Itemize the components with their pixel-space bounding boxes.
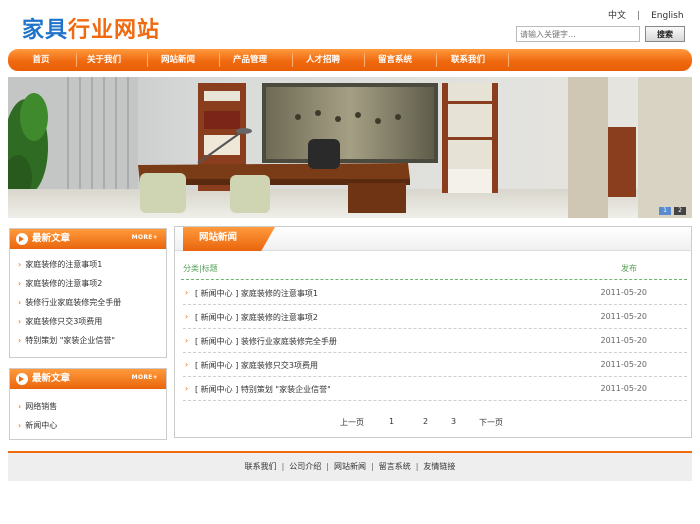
footer-link-about[interactable]: 公司介绍 xyxy=(289,462,321,471)
more-link[interactable]: MORE+ xyxy=(132,374,158,381)
list-item[interactable]: › 家庭装修的注意事项2 xyxy=(18,274,166,293)
page-link-3[interactable]: 3 xyxy=(451,417,456,426)
list-item[interactable]: › 特别策划 "家装企业信誉" xyxy=(18,331,166,350)
arrow-right-icon: › xyxy=(18,336,22,345)
site-logo[interactable]: 家具行业网站 xyxy=(22,12,160,44)
news-title[interactable]: [ 新闻中心 ] 特别策划 "家装企业信誉" xyxy=(195,384,331,395)
footer-links: 联系我们 | 公司介绍 | 网站新闻 | 留言系统 | 友情链接 xyxy=(8,453,692,481)
arrow-right-icon: › xyxy=(185,288,189,297)
footer-link-friends[interactable]: 友情链接 xyxy=(423,462,455,471)
news-date: 2011-05-20 xyxy=(600,312,648,321)
news-panel-header: 网站新闻 xyxy=(175,227,691,251)
more-link[interactable]: MORE+ xyxy=(132,234,158,241)
news-title[interactable]: [ 新闻中心 ] 家庭装修的注意事项1 xyxy=(195,288,318,299)
arrow-right-icon: › xyxy=(18,402,22,411)
arrow-circle-icon xyxy=(16,233,28,245)
divider xyxy=(181,279,687,280)
list-item[interactable]: › 装修行业家庭装修完全手册 xyxy=(18,293,166,312)
lang-english-link[interactable]: English xyxy=(651,11,684,21)
lang-separator: | xyxy=(637,11,641,21)
sidebar-box-title: 最新文章 xyxy=(32,373,71,384)
list-item[interactable]: › 新闻中心 xyxy=(18,416,166,435)
news-title[interactable]: [ 新闻中心 ] 家庭装修的注意事项2 xyxy=(195,312,318,323)
news-row[interactable]: › [ 新闻中心 ] 家庭装修的注意事项1 2011-05-20 xyxy=(183,281,687,305)
sidebar-box-title: 最新文章 xyxy=(32,233,71,244)
news-row[interactable]: › [ 新闻中心 ] 装修行业家庭装修完全手册 2011-05-20 xyxy=(183,329,687,353)
column-header-title: 分类|标题 xyxy=(183,264,218,273)
arrow-right-icon: › xyxy=(185,384,189,393)
list-item[interactable]: › 网络销售 xyxy=(18,397,166,416)
arrow-right-icon: › xyxy=(185,360,189,369)
arrow-right-icon: › xyxy=(18,421,22,430)
nav-item-contact[interactable]: 联系我们 xyxy=(438,49,498,71)
footer-link-contact[interactable]: 联系我们 xyxy=(245,462,277,471)
search-button[interactable]: 搜索 xyxy=(645,26,685,42)
nav-separator xyxy=(508,53,509,67)
arrow-right-icon: › xyxy=(18,298,22,307)
arrow-circle-icon xyxy=(16,373,28,385)
news-row[interactable]: › [ 新闻中心 ] 家庭装修只交3项费用 2011-05-20 xyxy=(183,353,687,377)
list-item[interactable]: › 家庭装修只交3项费用 xyxy=(18,312,166,331)
arrow-right-icon: › xyxy=(18,317,22,326)
news-date: 2011-05-20 xyxy=(600,384,648,393)
nav-item-guestbook[interactable]: 留言系统 xyxy=(365,49,425,71)
arrow-right-icon: › xyxy=(185,312,189,321)
language-switcher: 中文 | English xyxy=(608,8,684,21)
search-input[interactable] xyxy=(516,26,640,42)
nav-item-home[interactable]: 首页 xyxy=(11,49,71,71)
news-row[interactable]: › [ 新闻中心 ] 特别策划 "家装企业信誉" 2011-05-20 xyxy=(183,377,687,401)
news-title[interactable]: [ 新闻中心 ] 装修行业家庭装修完全手册 xyxy=(195,336,337,347)
sidebar-latest-articles: 最新文章 MORE+ › 家庭装修的注意事项1 › 家庭装修的注意事项2 › 装修行业… xyxy=(9,228,167,358)
logo-part1: 家具 xyxy=(22,18,69,43)
nav-item-products[interactable]: 产品管理 xyxy=(220,49,280,71)
news-date: 2011-05-20 xyxy=(600,360,648,369)
banner-dot-2[interactable]: 2 xyxy=(674,207,686,215)
news-title[interactable]: [ 新闻中心 ] 家庭装修只交3项费用 xyxy=(195,360,318,371)
banner-image: 12 xyxy=(8,77,692,218)
footer-link-guestbook[interactable]: 留言系统 xyxy=(379,462,411,471)
prev-page-link[interactable]: 上一页 xyxy=(340,417,364,428)
sidebar-box-header: 最新文章 MORE+ xyxy=(10,229,166,249)
next-page-link[interactable]: 下一页 xyxy=(479,417,503,428)
sidebar-categories: 最新文章 MORE+ › 网络销售 › 新闻中心 xyxy=(9,368,167,440)
footer-link-news[interactable]: 网站新闻 xyxy=(334,462,366,471)
nav-separator xyxy=(436,53,437,67)
news-date: 2011-05-20 xyxy=(600,288,648,297)
news-tab[interactable]: 网站新闻 xyxy=(183,227,275,251)
news-row[interactable]: › [ 新闻中心 ] 家庭装修的注意事项2 2011-05-20 xyxy=(183,305,687,329)
news-panel: 网站新闻 分类|标题 发布 › [ 新闻中心 ] 家庭装修的注意事项1 2011… xyxy=(174,226,692,438)
arrow-right-icon: › xyxy=(18,279,22,288)
office-scene-illustration xyxy=(8,77,692,218)
banner-dot-1[interactable]: 1 xyxy=(659,207,671,215)
lang-chinese-link[interactable]: 中文 xyxy=(608,8,626,21)
column-header-date: 发布 xyxy=(621,264,637,273)
page-link-2[interactable]: 2 xyxy=(423,417,428,426)
nav-item-jobs[interactable]: 人才招聘 xyxy=(293,49,353,71)
banner-pagination: 12 xyxy=(656,205,686,215)
page-link-1[interactable]: 1 xyxy=(389,417,394,426)
nav-item-news[interactable]: 网站新闻 xyxy=(148,49,208,71)
logo-part2: 行业网站 xyxy=(68,18,161,43)
arrow-right-icon: › xyxy=(185,336,189,345)
sidebar-box-header: 最新文章 MORE+ xyxy=(10,369,166,389)
main-nav: 首页 关于我们 网站新闻 产品管理 人才招聘 留言系统 联系我们 xyxy=(8,49,692,71)
news-date: 2011-05-20 xyxy=(600,336,648,345)
nav-item-about[interactable]: 关于我们 xyxy=(74,49,134,71)
list-item[interactable]: › 家庭装修的注意事项1 xyxy=(18,255,166,274)
arrow-right-icon: › xyxy=(18,260,22,269)
